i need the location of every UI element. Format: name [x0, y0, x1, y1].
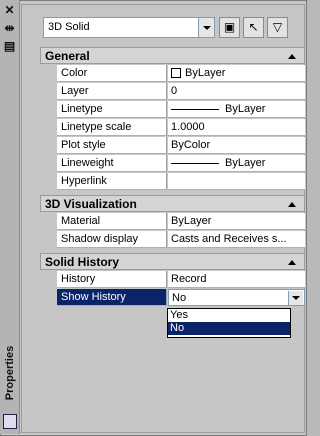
prop-row-show-history[interactable]: Show History No: [57, 289, 305, 307]
lineweight-sample-icon: [171, 162, 219, 164]
palette-options-icon[interactable]: [3, 414, 17, 429]
prop-row-linetype-scale[interactable]: Linetype scale 1.0000: [57, 119, 305, 137]
show-history-dropdown[interactable]: Yes No: [167, 308, 291, 338]
quick-select-icon[interactable]: ▽: [267, 17, 288, 38]
toggle-pickadd-icon[interactable]: ▣: [219, 17, 240, 38]
show-history-select[interactable]: No: [168, 289, 305, 306]
prop-row-layer[interactable]: Layer 0: [57, 83, 305, 101]
section-3d-visualization[interactable]: 3D Visualization: [40, 195, 305, 212]
color-swatch-icon: [171, 68, 181, 79]
collapse-caret-icon[interactable]: [288, 260, 296, 265]
prop-row-history[interactable]: History Record: [57, 271, 305, 289]
prop-row-lineweight[interactable]: Lineweight ByLayer: [57, 155, 305, 173]
palette-title: Properties: [3, 345, 16, 401]
section-general[interactable]: General: [40, 47, 305, 64]
select-objects-icon[interactable]: ↖: [243, 17, 264, 38]
close-icon[interactable]: ✕: [3, 4, 16, 17]
prop-value-linetype[interactable]: ByLayer: [168, 101, 305, 118]
properties-menu-icon[interactable]: ▤: [3, 40, 16, 53]
dropdown-option-yes[interactable]: Yes: [168, 309, 290, 322]
palette-title-bar[interactable]: ✕ ⇹ ▤ Properties: [0, 0, 20, 434]
properties-panel: 3D Solid ▣ ↖ ▽ General Color ByLayer Lay…: [21, 4, 305, 433]
prop-row-linetype[interactable]: Linetype ByLayer: [57, 101, 305, 119]
collapse-caret-icon[interactable]: [288, 54, 296, 59]
prop-row-plot-style[interactable]: Plot style ByColor: [57, 137, 305, 155]
dropdown-option-no[interactable]: No: [168, 322, 290, 335]
prop-value-lineweight[interactable]: ByLayer: [168, 155, 305, 172]
chevron-down-icon[interactable]: [288, 291, 303, 305]
prop-row-material[interactable]: Material ByLayer: [57, 213, 305, 231]
object-type-value: 3D Solid: [48, 21, 90, 33]
collapse-caret-icon[interactable]: [288, 202, 296, 207]
prop-row-color[interactable]: Color ByLayer: [57, 65, 305, 83]
chevron-down-icon[interactable]: [198, 18, 214, 37]
section-solid-history[interactable]: Solid History: [40, 253, 305, 270]
prop-row-shadow-display[interactable]: Shadow display Casts and Receives s...: [57, 231, 305, 249]
prop-row-hyperlink[interactable]: Hyperlink: [57, 173, 305, 191]
object-type-select[interactable]: 3D Solid: [43, 17, 215, 38]
autohide-icon[interactable]: ⇹: [3, 22, 16, 35]
linetype-sample-icon: [171, 108, 219, 110]
prop-value-color[interactable]: ByLayer: [168, 65, 305, 82]
